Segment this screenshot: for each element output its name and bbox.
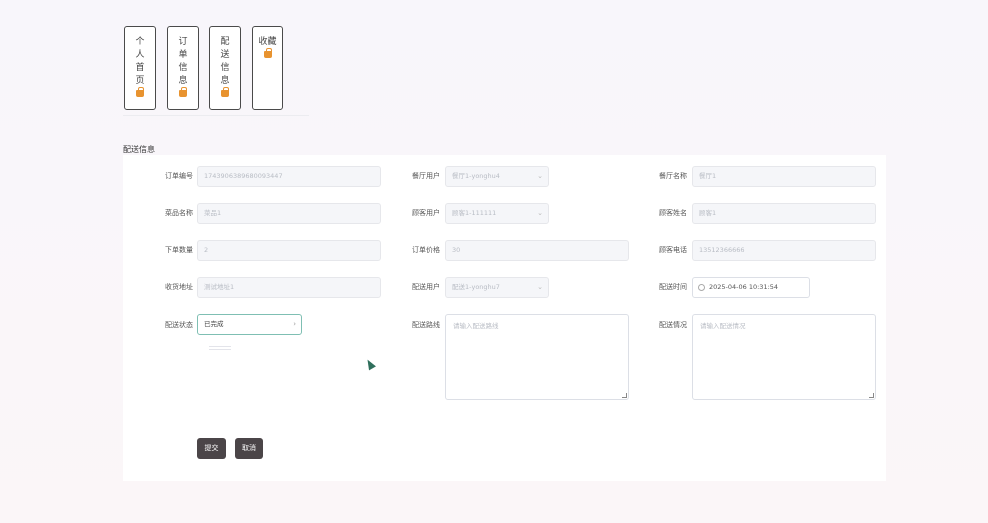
delivery-time-label: 配送时间 xyxy=(659,283,687,291)
chevron-down-icon: ⌄ xyxy=(537,172,543,180)
delivery-status-select[interactable]: 已完成 › xyxy=(197,314,302,335)
dropdown-option-placeholder xyxy=(209,346,231,350)
delivery-time-value: 2025-04-06 10:31:54 xyxy=(709,283,779,291)
delivery-user-select: 配送1-yonghu7 ⌄ xyxy=(445,277,549,298)
chevron-down-icon: ⌄ xyxy=(537,209,543,217)
section-title: 配送信息 xyxy=(123,145,155,154)
address-label: 收货地址 xyxy=(165,283,193,291)
dish-name-field: 菜品1 xyxy=(197,203,381,224)
resize-handle-icon[interactable] xyxy=(869,393,874,398)
order-qty-field: 2 xyxy=(197,240,381,261)
delivery-user-value: 配送1-yonghu7 xyxy=(452,283,500,291)
clock-icon xyxy=(698,284,705,291)
delivery-route-label: 配送路线 xyxy=(412,321,440,329)
bag-icon xyxy=(221,87,229,97)
nav-item-favorites[interactable]: 收藏 xyxy=(252,26,283,110)
customer-user-value: 顾客1-111111 xyxy=(452,209,497,217)
nav-item-home[interactable]: 个人首页 xyxy=(124,26,156,110)
delivery-user-label: 配送用户 xyxy=(412,283,440,291)
order-price-field: 30 xyxy=(445,240,629,261)
delivery-status-value: 已完成 xyxy=(204,320,224,328)
restaurant-user-value: 餐厅1-yonghu4 xyxy=(452,172,500,180)
restaurant-user-label: 餐厅用户 xyxy=(412,172,440,180)
customer-phone-field: 13512366666 xyxy=(692,240,876,261)
nav-item-orders[interactable]: 订单信息 xyxy=(167,26,199,110)
nav-item-delivery[interactable]: 配送信息 xyxy=(209,26,241,110)
order-price-label: 订单价格 xyxy=(412,246,440,254)
customer-user-label: 顾客用户 xyxy=(412,209,440,217)
nav-item-label: 配送信息 xyxy=(220,37,230,86)
top-nav: 个人首页 订单信息 配送信息 收藏 xyxy=(123,26,309,116)
customer-name-field: 顾客1 xyxy=(692,203,876,224)
bag-icon xyxy=(136,87,144,97)
delivery-route-textarea[interactable]: 请输入配送路线 xyxy=(445,314,629,400)
chevron-icon: › xyxy=(293,320,296,328)
bag-icon xyxy=(263,48,272,58)
delivery-status-label: 配送状态 xyxy=(165,321,193,329)
order-no-label: 订单编号 xyxy=(165,172,193,180)
address-field: 测试地址1 xyxy=(197,277,381,298)
dish-name-label: 菜品名称 xyxy=(165,209,193,217)
chevron-down-icon: ⌄ xyxy=(537,283,543,291)
nav-item-label: 个人首页 xyxy=(135,37,145,86)
customer-user-select: 顾客1-111111 ⌄ xyxy=(445,203,549,224)
restaurant-user-select: 餐厅1-yonghu4 ⌄ xyxy=(445,166,549,187)
customer-name-label: 顾客姓名 xyxy=(659,209,687,217)
delivery-route-placeholder: 请输入配送路线 xyxy=(453,322,499,330)
delivery-time-picker[interactable]: 2025-04-06 10:31:54 xyxy=(692,277,810,298)
restaurant-name-field: 餐厅1 xyxy=(692,166,876,187)
delivery-situation-textarea[interactable]: 请输入配送情况 xyxy=(692,314,876,400)
resize-handle-icon[interactable] xyxy=(622,393,627,398)
bag-icon xyxy=(179,87,187,97)
customer-phone-label: 顾客电话 xyxy=(659,246,687,254)
submit-button[interactable]: 提交 xyxy=(197,438,226,459)
order-qty-label: 下单数量 xyxy=(165,246,193,254)
order-no-field: 1743906389680093447 xyxy=(197,166,381,187)
nav-item-label: 订单信息 xyxy=(178,37,188,86)
cancel-button[interactable]: 取消 xyxy=(235,438,263,459)
delivery-situation-placeholder: 请输入配送情况 xyxy=(700,322,746,330)
restaurant-name-label: 餐厅名称 xyxy=(659,172,687,180)
delivery-situation-label: 配送情况 xyxy=(659,321,687,329)
